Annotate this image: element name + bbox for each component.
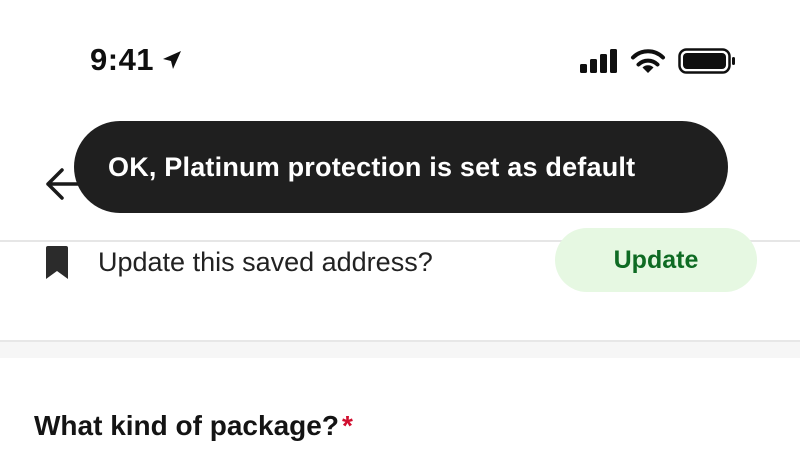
section-divider [0,340,800,358]
location-arrow-icon [163,51,182,69]
status-time-group: 9:41 [90,40,184,80]
update-button-label: Update [613,245,699,274]
wifi-icon [631,49,665,73]
saved-address-update-row: Update this saved address? Update [0,228,800,340]
package-type-heading: What kind of package? * [34,410,353,450]
cellular-signal-icon [580,49,617,73]
update-address-prompt: Update this saved address? [98,247,433,277]
required-marker: * [341,410,353,441]
battery-icon [678,48,735,74]
toast-message: OK, Platinum protection is set as defaul… [108,151,636,182]
status-indicators [580,44,736,78]
bookmark-icon [46,246,68,279]
toast-notification: OK, Platinum protection is set as defaul… [74,121,728,213]
status-time: 9:41 [90,42,155,77]
status-bar: 9:41 [0,0,800,110]
package-type-label: What kind of package? [34,410,339,441]
update-button[interactable]: Update [555,228,757,292]
